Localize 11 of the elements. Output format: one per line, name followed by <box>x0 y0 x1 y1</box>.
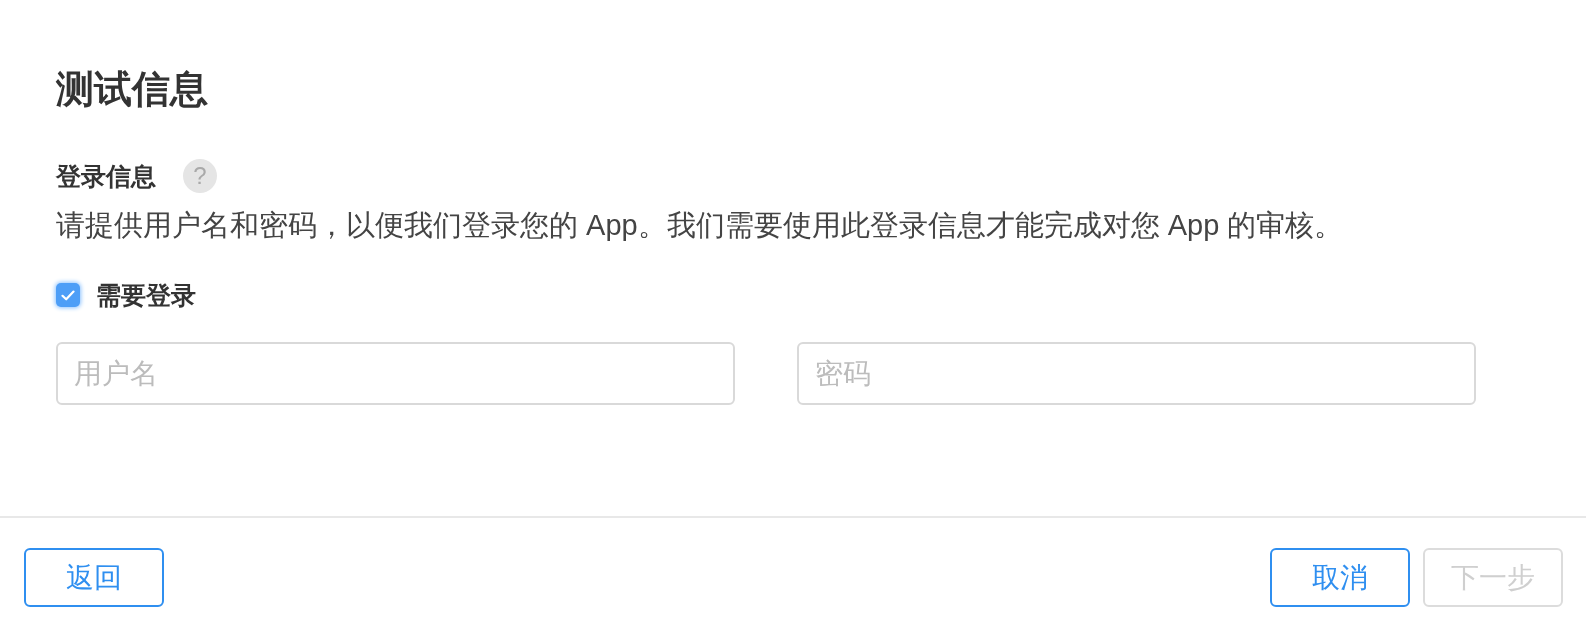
button[interactable]: 取消 <box>1270 548 1410 607</box>
section-label: 登录信息 <box>56 161 156 191</box>
checkmark-icon <box>61 289 75 301</box>
input-field[interactable]: 密码 <box>797 342 1476 405</box>
page-title: 测试信息 <box>56 67 208 112</box>
button[interactable]: 返回 <box>24 548 164 607</box>
checkbox-label: 需要登录 <box>96 280 196 310</box>
checkbox[interactable] <box>56 283 80 307</box>
description-text: 请提供用户名和密码，以便我们登录您的 App。我们需要使用此登录信息才能完成对您 App 的审核。 <box>56 208 1344 243</box>
help-icon[interactable]: ? <box>183 159 217 193</box>
input-field[interactable]: 用户名 <box>56 342 735 405</box>
